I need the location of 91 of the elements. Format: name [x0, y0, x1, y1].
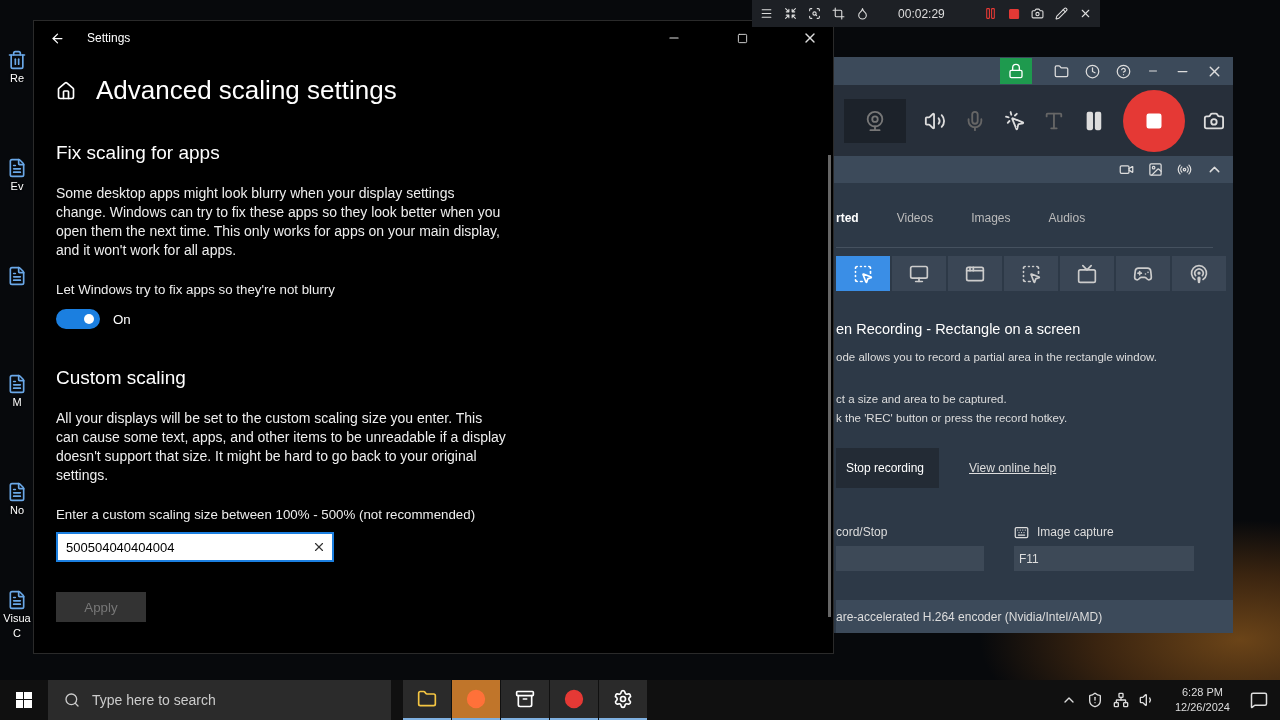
clear-icon[interactable]: [312, 540, 326, 554]
section-description: All your displays will be set to the custom scaling size you enter. This can cause some text, apps, and other items to be unreadable if a display doesn't support that size. It might be hard to go back to your original settings.: [56, 409, 506, 485]
shortcut-icon[interactable]: [7, 158, 27, 178]
help-link[interactable]: View online help: [969, 461, 1057, 475]
monitor-icon: [909, 263, 929, 284]
mode-button[interactable]: [1060, 256, 1114, 291]
camera-icon[interactable]: [1030, 6, 1044, 21]
home-icon[interactable]: [56, 80, 76, 101]
encoder-text: are-accelerated H.264 encoder (Nvidia/Intel/AMD): [836, 609, 1103, 624]
mode-button[interactable]: [1172, 256, 1226, 291]
toggle-label: Let Windows try to fix apps so they're not blurry: [56, 282, 336, 297]
tab[interactable]: Videos: [896, 211, 934, 247]
mode-button[interactable]: [948, 256, 1002, 291]
shortcut-icon[interactable]: [7, 482, 27, 502]
webcam-button[interactable]: [844, 98, 906, 143]
icon-label: Re: [9, 72, 25, 85]
shrink-icon[interactable]: [784, 6, 798, 21]
stop-icon: [1145, 111, 1164, 130]
hotkey-label: cord/Stop: [836, 525, 888, 539]
scaling-input-field[interactable]: 500504040404004: [56, 532, 334, 562]
broadcast-icon[interactable]: [1177, 162, 1192, 177]
icon-label: No: [9, 504, 25, 517]
stop-recording-button[interactable]: Stop recording: [836, 448, 939, 488]
shield-icon[interactable]: [1086, 692, 1103, 708]
tab[interactable]: Images: [971, 211, 1011, 247]
taskbar-app[interactable]: [550, 680, 598, 720]
keyboard-icon: [1014, 524, 1029, 540]
taskbar-app[interactable]: [501, 680, 549, 720]
settings-icon: [613, 689, 633, 709]
window-title: Settings: [87, 31, 132, 45]
stop-icon[interactable]: [1007, 6, 1020, 21]
icon-label: M: [12, 396, 22, 409]
mode-button[interactable]: [1116, 256, 1170, 291]
zoom-region-icon[interactable]: [808, 6, 822, 21]
instruction-text: ct a size and area to be captured.: [836, 393, 1008, 405]
icon-label: C: [13, 627, 21, 640]
pencil-icon[interactable]: [1054, 6, 1068, 21]
archive-icon: [515, 689, 535, 709]
toggle-switch[interactable]: [56, 309, 100, 329]
section-heading: Custom scaling: [56, 367, 187, 389]
taskbar-app[interactable]: [599, 680, 647, 720]
clock-time: 6:28 PM: [1182, 685, 1223, 700]
mode-title: en Recording - Rectangle on a screen: [836, 321, 1082, 337]
browser-icon: [466, 689, 486, 709]
help-icon[interactable]: [1116, 63, 1131, 79]
shortcut-icon[interactable]: [7, 374, 27, 394]
tab[interactable]: Audios: [1048, 211, 1086, 247]
icon-label: Visua: [3, 612, 31, 625]
shortcut-icon[interactable]: [7, 590, 27, 610]
bin-icon[interactable]: [7, 50, 27, 70]
hotkey-field[interactable]: F11: [1014, 546, 1194, 571]
record-icon: [564, 689, 584, 709]
mode-button[interactable]: [1004, 256, 1058, 291]
section-heading: Fix scaling for apps: [56, 142, 221, 164]
cursor-click-icon[interactable]: [1003, 109, 1026, 132]
toggle-state: On: [113, 311, 131, 327]
notifications-icon[interactable]: [1250, 691, 1268, 709]
page-heading: Advanced scaling settings: [96, 75, 397, 106]
search-field[interactable]: Type here to search: [48, 680, 391, 720]
section-description: Some desktop apps might look blurry when your display settings change. Windows can try to fix these apps so they look better when you open them the next time. This only works for apps on your main display, and it won't work for all apps.: [56, 184, 502, 260]
mode-button[interactable]: [836, 256, 890, 291]
field-label: Enter a custom scaling size between 100% - 500% (not recommended): [56, 507, 477, 522]
image-icon[interactable]: [1148, 162, 1163, 177]
folder-icon: [417, 689, 437, 709]
lock-icon: [1008, 63, 1024, 79]
clock-icon[interactable]: [1085, 63, 1100, 79]
region-select-icon: [853, 263, 873, 284]
menu-icon[interactable]: [760, 6, 773, 21]
clock-date: 12/26/2024: [1174, 700, 1230, 715]
podcast-icon: [1189, 263, 1209, 284]
lock-button[interactable]: [1000, 58, 1032, 84]
mode-button[interactable]: [892, 256, 946, 291]
region-select-icon: [1021, 263, 1041, 284]
video-icon[interactable]: [1119, 162, 1134, 177]
icon-label: Ev: [10, 180, 24, 193]
taskbar-app[interactable]: [403, 680, 451, 720]
back-icon[interactable]: [50, 30, 65, 46]
tab[interactable]: rted: [836, 211, 859, 247]
search-icon: [64, 692, 80, 708]
mode-description: ode allows you to record a partial area in the rectangle window.: [836, 351, 1158, 363]
tv-icon: [1077, 263, 1097, 284]
recording-timer: 00:02:29: [898, 6, 945, 21]
folder-icon[interactable]: [1054, 63, 1069, 79]
droplet-icon[interactable]: [856, 6, 870, 21]
windows-logo-icon: [16, 692, 32, 708]
shortcut-icon[interactable]: [7, 266, 27, 286]
network-icon[interactable]: [1112, 692, 1129, 708]
maximize-icon: [736, 32, 748, 44]
hotkey-label: Image capture: [1037, 525, 1114, 539]
instruction-text: k the 'REC' button or press the record hotkey.: [836, 412, 1069, 424]
crop-icon[interactable]: [832, 6, 846, 21]
